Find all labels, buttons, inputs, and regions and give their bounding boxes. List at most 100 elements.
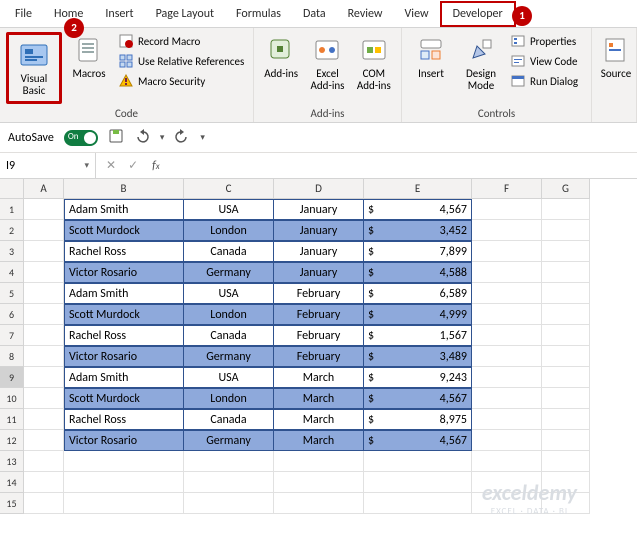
properties-button[interactable]: Properties: [508, 32, 580, 50]
tab-formulas[interactable]: Formulas: [225, 3, 292, 25]
cell[interactable]: [542, 241, 590, 262]
design-mode-button[interactable]: Design Mode: [458, 32, 504, 94]
use-relative-references-button[interactable]: Use Relative References: [116, 52, 246, 70]
row-header[interactable]: 15: [0, 493, 24, 514]
cell[interactable]: [24, 241, 64, 262]
cell[interactable]: [24, 430, 64, 451]
tab-developer[interactable]: Developer: [440, 1, 516, 27]
fx-icon[interactable]: fx: [148, 159, 164, 173]
addins-button[interactable]: Add-ins: [260, 32, 302, 82]
redo-icon[interactable]: [174, 128, 190, 148]
column-header-F[interactable]: F: [472, 179, 542, 199]
cell[interactable]: [542, 430, 590, 451]
macros-button[interactable]: Macros: [66, 32, 112, 82]
row-header[interactable]: 12: [0, 430, 24, 451]
cell[interactable]: Victor Rosario: [64, 346, 184, 367]
cell[interactable]: [24, 472, 64, 493]
cell[interactable]: [184, 451, 274, 472]
undo-icon[interactable]: [134, 128, 150, 148]
cell[interactable]: [472, 304, 542, 325]
cell[interactable]: February: [274, 325, 364, 346]
cell[interactable]: $3,452: [364, 220, 472, 241]
save-icon[interactable]: [108, 128, 124, 148]
cell[interactable]: [24, 388, 64, 409]
row-header[interactable]: 6: [0, 304, 24, 325]
select-all-cell[interactable]: [0, 179, 24, 199]
cell[interactable]: [24, 451, 64, 472]
cell[interactable]: London: [184, 304, 274, 325]
row-header[interactable]: 11: [0, 409, 24, 430]
cell[interactable]: [472, 367, 542, 388]
cell[interactable]: [274, 493, 364, 514]
cell[interactable]: [542, 325, 590, 346]
row-header[interactable]: 7: [0, 325, 24, 346]
cell[interactable]: February: [274, 304, 364, 325]
tab-insert[interactable]: Insert: [94, 3, 144, 25]
cell[interactable]: [184, 493, 274, 514]
cell[interactable]: $4,567: [364, 388, 472, 409]
cell[interactable]: January: [274, 199, 364, 220]
cell[interactable]: [472, 283, 542, 304]
cell[interactable]: $3,489: [364, 346, 472, 367]
cell[interactable]: [472, 325, 542, 346]
name-box[interactable]: I9 ▾: [0, 153, 96, 178]
cell[interactable]: Canada: [184, 241, 274, 262]
row-header[interactable]: 14: [0, 472, 24, 493]
cell[interactable]: January: [274, 241, 364, 262]
visual-basic-button[interactable]: Visual Basic: [11, 37, 57, 99]
row-header[interactable]: 13: [0, 451, 24, 472]
cell[interactable]: [472, 409, 542, 430]
tab-file[interactable]: File: [4, 3, 43, 25]
cell[interactable]: [64, 472, 184, 493]
cell[interactable]: February: [274, 283, 364, 304]
cell[interactable]: January: [274, 262, 364, 283]
cell[interactable]: $7,899: [364, 241, 472, 262]
cell[interactable]: [472, 451, 542, 472]
cell[interactable]: Adam Smith: [64, 283, 184, 304]
source-button[interactable]: Source: [598, 32, 634, 82]
cancel-formula-icon[interactable]: ✕: [106, 158, 116, 173]
cell[interactable]: [472, 346, 542, 367]
cell[interactable]: [542, 283, 590, 304]
com-addins-button[interactable]: COM Add-ins: [353, 32, 395, 94]
cell[interactable]: $9,243: [364, 367, 472, 388]
row-header[interactable]: 1: [0, 199, 24, 220]
cell[interactable]: [472, 262, 542, 283]
cell[interactable]: March: [274, 430, 364, 451]
cell[interactable]: [24, 199, 64, 220]
cell[interactable]: $8,975: [364, 409, 472, 430]
cell[interactable]: [24, 283, 64, 304]
cell[interactable]: [472, 430, 542, 451]
cell[interactable]: [24, 409, 64, 430]
tab-review[interactable]: Review: [337, 3, 394, 25]
undo-chevron-icon[interactable]: ▾: [160, 132, 165, 143]
cell[interactable]: [472, 388, 542, 409]
cell[interactable]: [24, 262, 64, 283]
row-header[interactable]: 5: [0, 283, 24, 304]
column-header-A[interactable]: A: [24, 179, 64, 199]
cell[interactable]: [64, 493, 184, 514]
cell[interactable]: London: [184, 388, 274, 409]
cell[interactable]: Rachel Ross: [64, 409, 184, 430]
record-macro-button[interactable]: Record Macro: [116, 32, 246, 50]
column-header-B[interactable]: B: [64, 179, 184, 199]
cell[interactable]: Germany: [184, 430, 274, 451]
column-header-E[interactable]: E: [364, 179, 472, 199]
cell[interactable]: [24, 304, 64, 325]
cell[interactable]: Rachel Ross: [64, 325, 184, 346]
cell[interactable]: Germany: [184, 262, 274, 283]
cell[interactable]: [542, 304, 590, 325]
cell[interactable]: USA: [184, 199, 274, 220]
cell[interactable]: [542, 220, 590, 241]
cell[interactable]: March: [274, 409, 364, 430]
view-code-button[interactable]: View Code: [508, 52, 580, 70]
cell[interactable]: Scott Murdock: [64, 388, 184, 409]
cell[interactable]: [364, 493, 472, 514]
enter-formula-icon[interactable]: ✓: [128, 158, 138, 173]
tab-view[interactable]: View: [394, 3, 440, 25]
cell[interactable]: [364, 451, 472, 472]
cell[interactable]: $4,588: [364, 262, 472, 283]
autosave-toggle[interactable]: On: [64, 130, 98, 146]
cell[interactable]: February: [274, 346, 364, 367]
cell[interactable]: $4,567: [364, 430, 472, 451]
